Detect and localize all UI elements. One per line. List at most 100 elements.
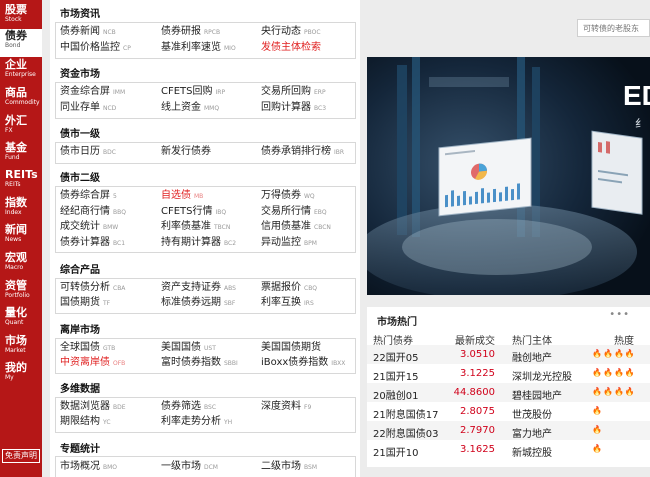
hot-bond-name[interactable]: 22附息国债03 <box>373 425 439 440</box>
menu-link[interactable]: 中资离岸债 OFB <box>60 357 125 370</box>
menu-link[interactable]: 数据浏览器 BDE <box>60 401 126 414</box>
hot-bond-name[interactable]: 21国开15 <box>373 368 439 383</box>
hot-bond-name[interactable]: 22国开05 <box>373 349 439 364</box>
menu-link-code: YC <box>103 419 111 426</box>
hot-bond-name[interactable]: 21国开10 <box>373 444 439 459</box>
menu-link[interactable]: 债券研报 RPCB <box>161 26 220 39</box>
sidebar-item-stock[interactable]: 股票 Stock <box>0 3 42 31</box>
menu-link[interactable]: 经纪商行情 BBQ <box>60 206 126 219</box>
more-options-icon[interactable]: ••• <box>609 309 630 320</box>
menu-link[interactable]: 资产支持证券 ABS <box>161 282 236 295</box>
table-row[interactable]: 21国开10 3.1625 新城控股 🔥 <box>367 440 650 459</box>
menu-link[interactable]: 基准利率速览 MIO <box>161 42 236 55</box>
menu-link[interactable]: 利率走势分析 YH <box>161 416 232 429</box>
menu-link[interactable]: 富时债券指数 SBBI <box>161 357 238 370</box>
promo-banner[interactable]: ED 纟 <box>367 57 650 295</box>
menu-link[interactable]: 中国价格监控 CP <box>60 42 131 55</box>
hot-issuer-name[interactable]: 世茂股份 <box>512 406 577 421</box>
table-row[interactable]: 21附息国债17 2.8075 世茂股份 🔥 <box>367 402 650 421</box>
latest-price: 3.1225 <box>460 368 495 379</box>
disclaimer-button[interactable]: 免责声明 <box>2 449 40 463</box>
menu-link-code: WQ <box>304 193 315 200</box>
sidebar-item-reits[interactable]: REITs REITs <box>0 168 42 196</box>
menu-link[interactable]: 全球国债 GTB <box>60 342 115 355</box>
table-row[interactable]: 20融创01 44.8600 碧桂园地产 🔥🔥🔥🔥 <box>367 383 650 402</box>
search-input[interactable] <box>577 19 650 37</box>
menu-link[interactable]: 二级市场 BSM <box>261 461 317 474</box>
hot-issuer-name[interactable]: 融创地产 <box>512 349 577 364</box>
menu-link[interactable]: 同业存单 NCD <box>60 102 116 115</box>
menu-link-label: 利率互换 <box>261 297 301 308</box>
menu-link[interactable]: 交易所回购 ERP <box>261 86 326 99</box>
menu-link-label: 美国国债期货 <box>261 342 321 353</box>
menu-link[interactable]: 美国国债期货 <box>261 342 321 354</box>
menu-link[interactable]: 票据报价 CBQ <box>261 282 317 295</box>
menu-link-label: 央行动态 <box>261 26 301 37</box>
sidebar-item-portfolio[interactable]: 资管 Portfolio <box>0 279 42 307</box>
menu-link[interactable]: 市场概况 BMO <box>60 461 117 474</box>
menu-link-code: BBQ <box>113 209 126 216</box>
menu-link[interactable]: 利率互换 IRS <box>261 297 314 310</box>
menu-link[interactable]: 债券综合屏 5 <box>60 190 117 203</box>
hot-issuer-name[interactable]: 深圳龙光控股 <box>512 368 577 383</box>
menu-link-label: 债券综合屏 <box>60 190 110 201</box>
sidebar-item-market[interactable]: 市场 Market <box>0 334 42 362</box>
sidebar-item-news[interactable]: 新闻 News <box>0 223 42 251</box>
menu-link[interactable]: 美国国债 UST <box>161 342 216 355</box>
menu-link-code: BC3 <box>314 105 327 112</box>
menu-link-label: 深度资料 <box>261 401 301 412</box>
menu-link[interactable]: 深度资料 F9 <box>261 401 311 414</box>
menu-link[interactable]: 利率债基准 TBCN <box>161 221 230 234</box>
hot-issuer-name[interactable]: 新城控股 <box>512 444 577 459</box>
menu-link[interactable]: 债券新闻 NCB <box>60 26 116 39</box>
menu-link[interactable]: 资金综合屏 IMM <box>60 86 125 99</box>
latest-price: 3.0510 <box>460 349 495 360</box>
menu-link[interactable]: 债券承销排行榜 IBR <box>261 146 344 159</box>
sidebar-item-label: 股票 <box>5 3 27 16</box>
menu-link-code: MIO <box>224 45 236 52</box>
table-row[interactable]: 22附息国债03 2.7970 富力地产 🔥 <box>367 421 650 440</box>
sidebar-item-fund[interactable]: 基金 Fund <box>0 141 42 169</box>
menu-link[interactable]: 债券筛选 BSC <box>161 401 216 414</box>
menu-link[interactable]: 线上资金 MMQ <box>161 102 219 115</box>
hot-bond-name[interactable]: 20融创01 <box>373 387 439 402</box>
sidebar-item-macro[interactable]: 宏观 Macro <box>0 251 42 279</box>
menu-link[interactable]: 国债期货 TF <box>60 297 110 310</box>
menu-link[interactable]: 债券计算器 BC1 <box>60 237 125 250</box>
menu-link[interactable]: 交易所行情 EBQ <box>261 206 327 219</box>
menu-link[interactable]: 期限结构 YC <box>60 416 111 429</box>
menu-link[interactable]: 发债主体检索 <box>261 42 321 54</box>
menu-link[interactable]: 持有期计算器 BC2 <box>161 237 236 250</box>
sidebar-item-fx[interactable]: 外汇 FX <box>0 114 42 142</box>
menu-link[interactable]: iBoxx债券指数 IBXX <box>261 357 345 370</box>
table-row[interactable]: 22国开05 3.0510 融创地产 🔥🔥🔥🔥 <box>367 345 650 364</box>
menu-link[interactable]: 债市日历 BDC <box>60 146 116 159</box>
menu-link[interactable]: 一级市场 DCM <box>161 461 218 474</box>
menu-link[interactable]: 自选债 MB <box>161 190 203 203</box>
menu-link[interactable]: CFETS回购 IRP <box>161 86 225 99</box>
menu-link[interactable]: CFETS行情 IBQ <box>161 206 226 219</box>
menu-link[interactable]: 回购计算器 BC3 <box>261 102 326 115</box>
sidebar-item-index[interactable]: 指数 Index <box>0 196 42 224</box>
menu-link-code: BSM <box>304 464 317 471</box>
menu-link[interactable]: 标准债券远期 SBF <box>161 297 235 310</box>
menu-link[interactable]: 新发行债券 <box>161 146 211 158</box>
hot-issuer-name[interactable]: 碧桂园地产 <box>512 387 577 402</box>
menu-link[interactable]: 万得债券 WQ <box>261 190 315 203</box>
sidebar-item-enterprise[interactable]: 企业 Enterprise <box>0 58 42 86</box>
hot-bond-name[interactable]: 21附息国债17 <box>373 406 439 421</box>
menu-link[interactable]: 可转债分析 CBA <box>60 282 125 295</box>
sidebar-item-quant[interactable]: 量化 Quant <box>0 306 42 334</box>
menu-link-label: 二级市场 <box>261 461 301 472</box>
section-title: 债市二级 <box>60 173 100 184</box>
hot-issuer-name[interactable]: 富力地产 <box>512 425 577 440</box>
menu-link[interactable]: 信用债基准 CBCN <box>261 221 331 234</box>
sidebar-item-commodity[interactable]: 商品 Commodity <box>0 86 42 114</box>
panel-header: 市场热门 ••• <box>367 307 650 329</box>
menu-link[interactable]: 成交统计 BMW <box>60 221 118 234</box>
sidebar-item-bond[interactable]: 债券 Bond <box>0 29 42 57</box>
menu-link[interactable]: 央行动态 PBOC <box>261 26 321 39</box>
table-row[interactable]: 21国开15 3.1225 深圳龙光控股 🔥🔥🔥🔥 <box>367 364 650 383</box>
menu-link[interactable]: 异动监控 BPM <box>261 237 317 250</box>
sidebar-item-my[interactable]: 我的 My <box>0 361 42 389</box>
